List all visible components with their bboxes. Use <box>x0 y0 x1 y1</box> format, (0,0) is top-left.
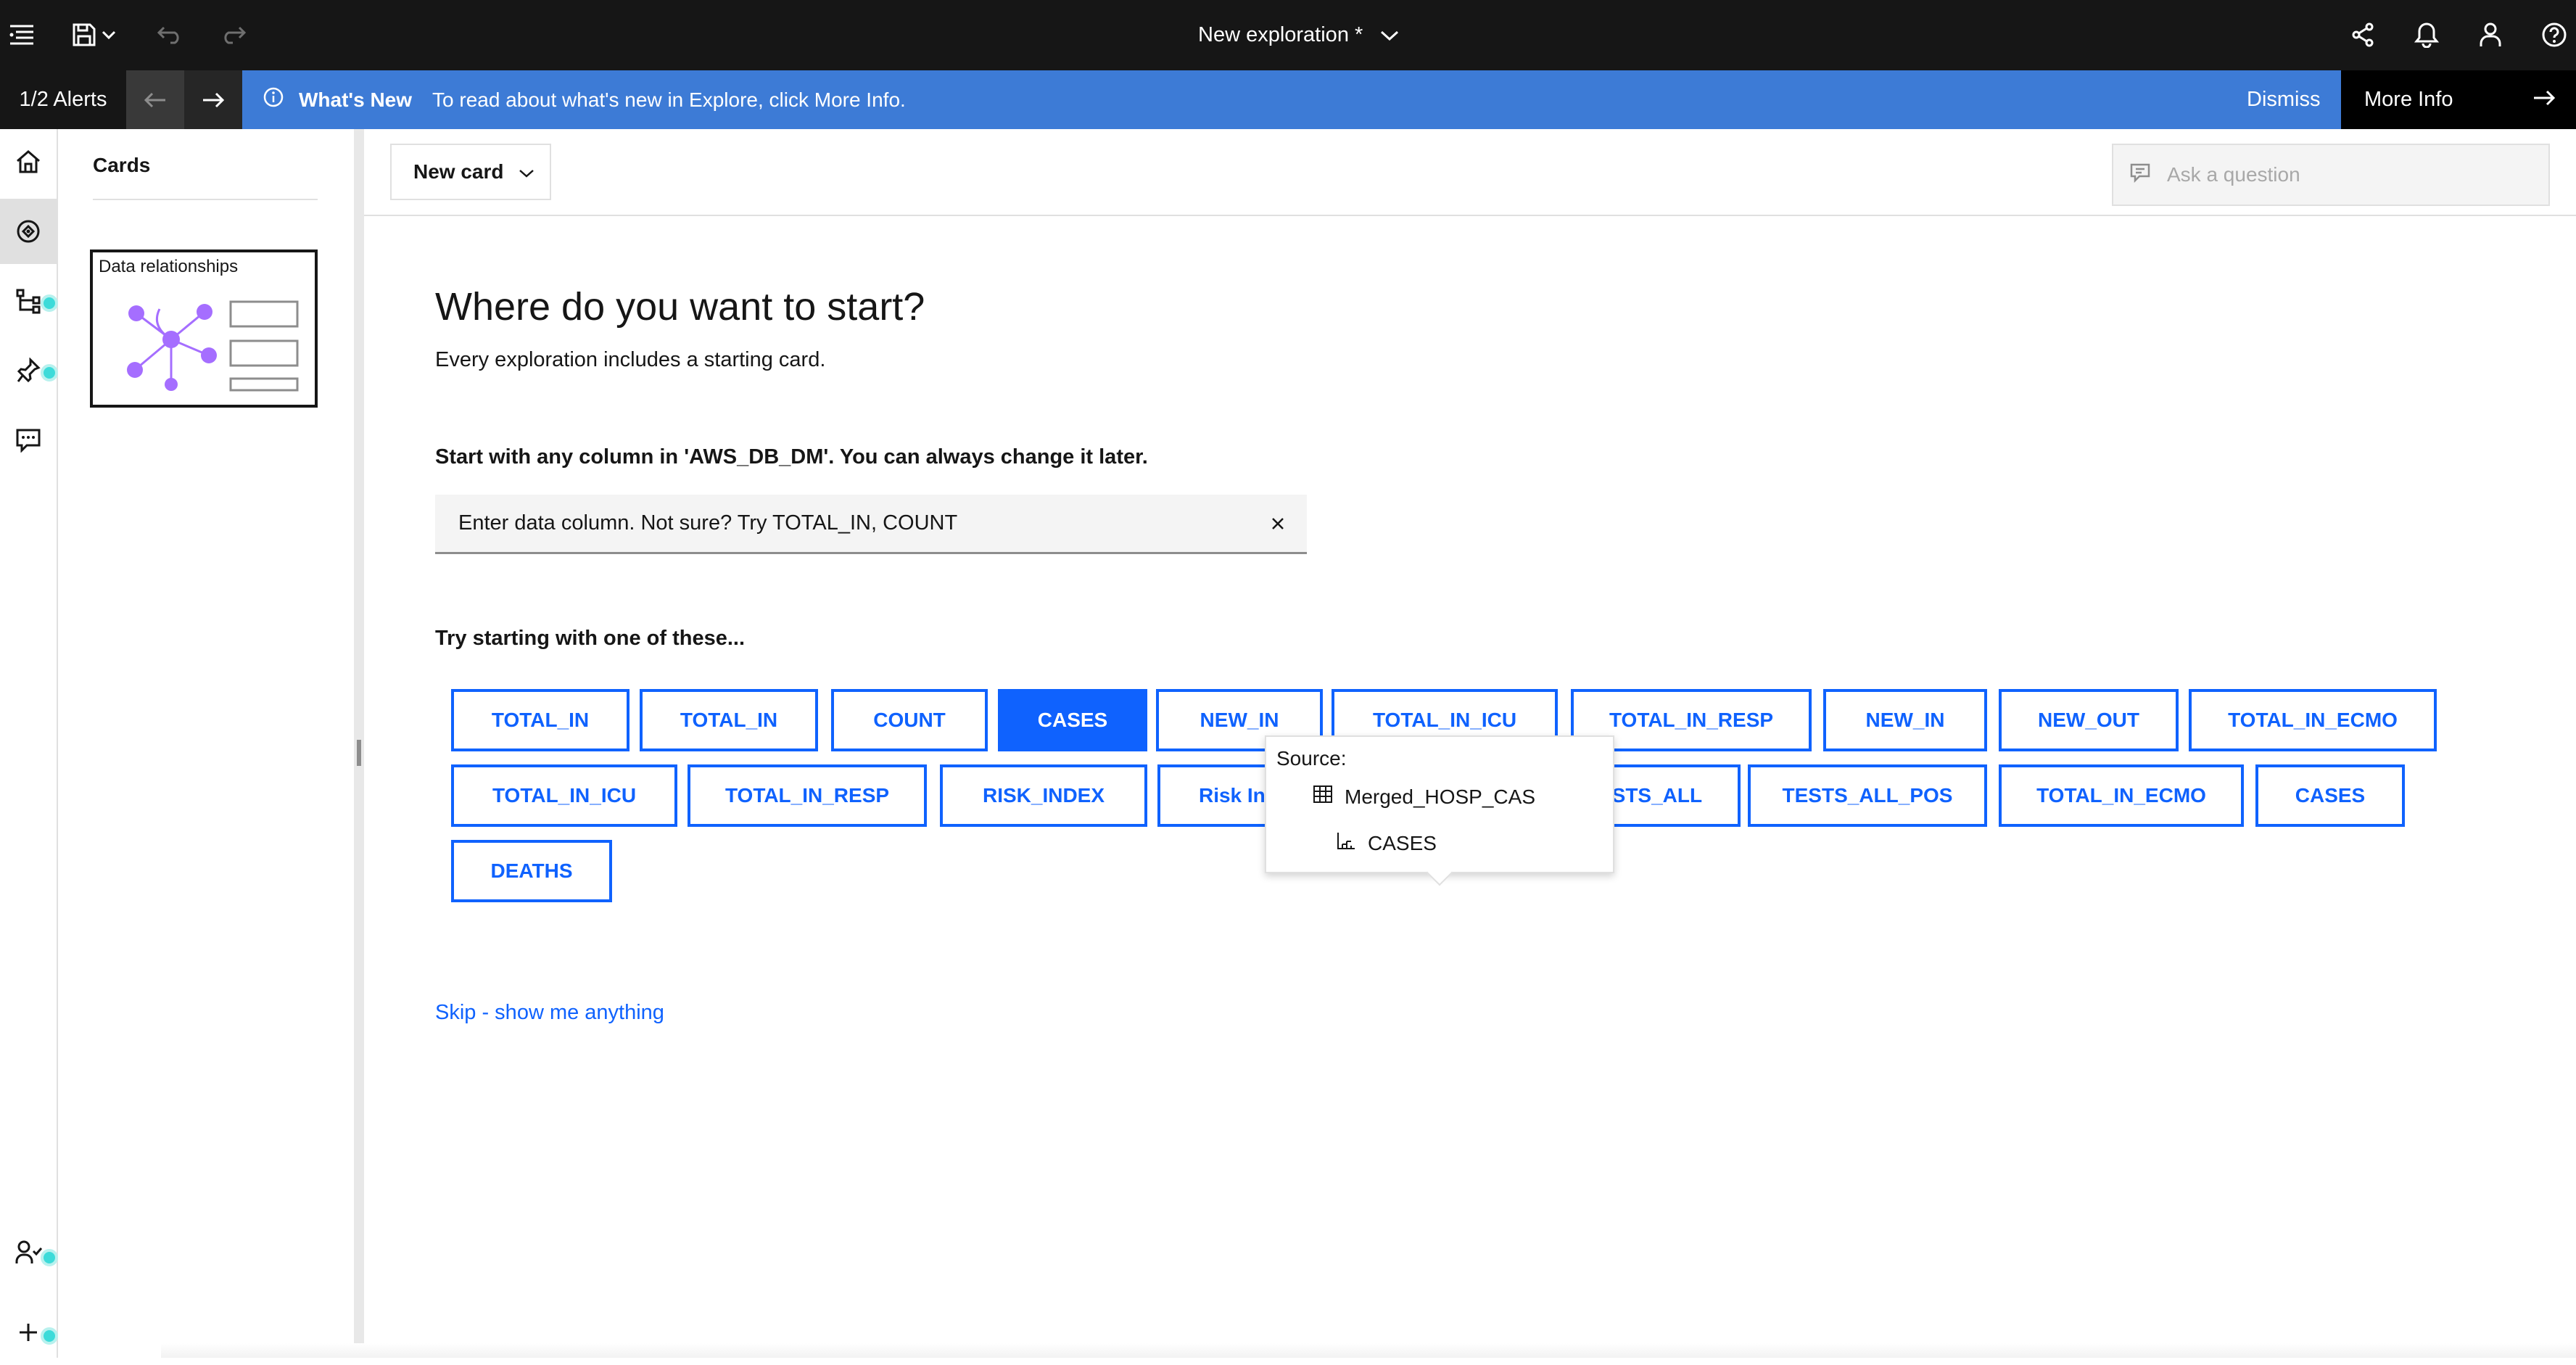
status-dot-icon <box>41 1327 58 1345</box>
home-icon[interactable] <box>0 129 57 194</box>
suggestion-button[interactable]: NEW_IN <box>1823 689 1987 751</box>
ask-question-placeholder: Ask a question <box>2167 163 2300 186</box>
bottom-edge <box>161 1343 2576 1358</box>
page-subtitle: Every exploration includes a starting ca… <box>435 348 826 371</box>
start-column-label: Start with any column in 'AWS_DB_DM'. Yo… <box>435 445 1148 469</box>
suggestion-button[interactable]: COUNT <box>831 689 988 751</box>
suggestion-button[interactable]: CASES <box>2255 764 2405 827</box>
comment-icon[interactable] <box>0 408 57 473</box>
data-column-input[interactable] <box>435 495 1233 552</box>
user-icon[interactable] <box>2470 15 2511 55</box>
add-icon[interactable] <box>0 1300 58 1365</box>
more-info-label: More Info <box>2364 88 2453 111</box>
alert-banner: 1/2 Alerts What's New To read about what… <box>0 70 2576 129</box>
share-icon[interactable] <box>2342 15 2383 55</box>
title-chevron-down-icon[interactable] <box>1380 23 1399 47</box>
app-header: New exploration * <box>0 0 2576 70</box>
next-alert-button[interactable] <box>184 70 242 129</box>
notification-icon[interactable] <box>2406 15 2447 55</box>
undo-icon[interactable] <box>149 15 190 55</box>
new-card-label: New card <box>413 160 504 183</box>
redo-icon[interactable] <box>213 15 254 55</box>
suggestion-button[interactable]: TOTAL_IN_ECMO <box>2189 689 2437 751</box>
explore-icon[interactable] <box>0 199 57 264</box>
page-title: Where do you want to start? <box>435 285 925 329</box>
dismiss-button[interactable]: Dismiss <box>2247 70 2321 129</box>
chevron-down-icon <box>519 160 534 183</box>
relationship-graph-icon <box>127 300 299 392</box>
source-table-name: Merged_HOSP_CAS <box>1345 785 1536 808</box>
cards-panel-divider <box>93 199 318 200</box>
pin-icon[interactable] <box>0 338 58 403</box>
start-panel: Where do you want to start? Every explor… <box>364 216 2576 1358</box>
suggestion-button[interactable]: TOTAL_IN_RESP <box>688 764 927 827</box>
status-dot-icon <box>41 294 58 312</box>
left-rail <box>0 129 58 1358</box>
menu-icon[interactable] <box>1 15 42 55</box>
cards-panel-title: Cards <box>93 154 151 176</box>
user-check-icon[interactable] <box>0 1220 58 1285</box>
arrow-right-icon <box>2532 88 2556 112</box>
splitter-handle-icon[interactable] <box>357 740 361 766</box>
new-card-button[interactable]: New card <box>390 144 551 200</box>
suggestion-button[interactable]: TOTAL_IN <box>640 689 818 751</box>
cards-panel: Cards Data relationships <box>58 129 354 1358</box>
relationships-icon[interactable] <box>0 268 58 334</box>
suggestion-button[interactable]: TOTAL_IN_ICU <box>451 764 677 827</box>
table-icon <box>1313 785 1333 809</box>
suggestion-button[interactable]: NEW_OUT <box>1999 689 2179 751</box>
measure-icon <box>1336 831 1356 855</box>
alert-title: What's New <box>299 88 413 111</box>
status-dot-icon <box>41 364 58 382</box>
previous-alert-button[interactable] <box>126 70 184 129</box>
skip-link[interactable]: Skip - show me anything <box>435 1001 664 1025</box>
alert-content: What's New To read about what's new in E… <box>263 70 906 129</box>
help-icon[interactable] <box>2534 15 2575 55</box>
exploration-title-text: New exploration * <box>1198 23 1363 46</box>
tooltip-caret <box>1426 859 1453 886</box>
source-column-row: CASES <box>1336 831 1437 855</box>
clear-icon[interactable] <box>1262 508 1294 540</box>
data-column-field <box>435 495 1307 554</box>
source-tooltip: Source: Merged_HOSP_CAS CASES <box>1265 735 1614 886</box>
info-icon <box>263 86 284 113</box>
source-label: Source: <box>1276 747 1347 770</box>
alert-message: To read about what's new in Explore, cli… <box>432 88 906 111</box>
more-info-button[interactable]: More Info <box>2341 70 2576 129</box>
source-column-name: CASES <box>1368 831 1437 854</box>
suggestion-button[interactable]: TOTAL_IN <box>451 689 629 751</box>
chat-icon <box>2129 162 2151 188</box>
canvas-toolbar: New card Ask a question <box>364 129 2576 216</box>
source-table-row: Merged_HOSP_CAS <box>1313 785 1535 809</box>
suggestion-button[interactable]: TOTAL_IN_ECMO <box>1999 764 2244 827</box>
suggestion-button[interactable]: RISK_INDEX <box>940 764 1147 827</box>
ask-question-input[interactable]: Ask a question <box>2112 144 2550 206</box>
alert-count: 1/2 Alerts <box>0 70 126 129</box>
suggestion-button[interactable]: CASES <box>998 689 1147 751</box>
data-relationships-card[interactable]: Data relationships <box>90 250 318 408</box>
data-relationships-card-label: Data relationships <box>99 257 239 276</box>
suggestions-label: Try starting with one of these... <box>435 627 745 650</box>
status-dot-icon <box>41 1249 58 1266</box>
suggestion-button[interactable]: DEATHS <box>451 840 612 902</box>
suggestion-button[interactable]: TESTS_ALL_POS <box>1748 764 1987 827</box>
exploration-title[interactable]: New exploration * <box>1198 0 1399 70</box>
save-menu-chevron-icon[interactable] <box>96 15 122 55</box>
